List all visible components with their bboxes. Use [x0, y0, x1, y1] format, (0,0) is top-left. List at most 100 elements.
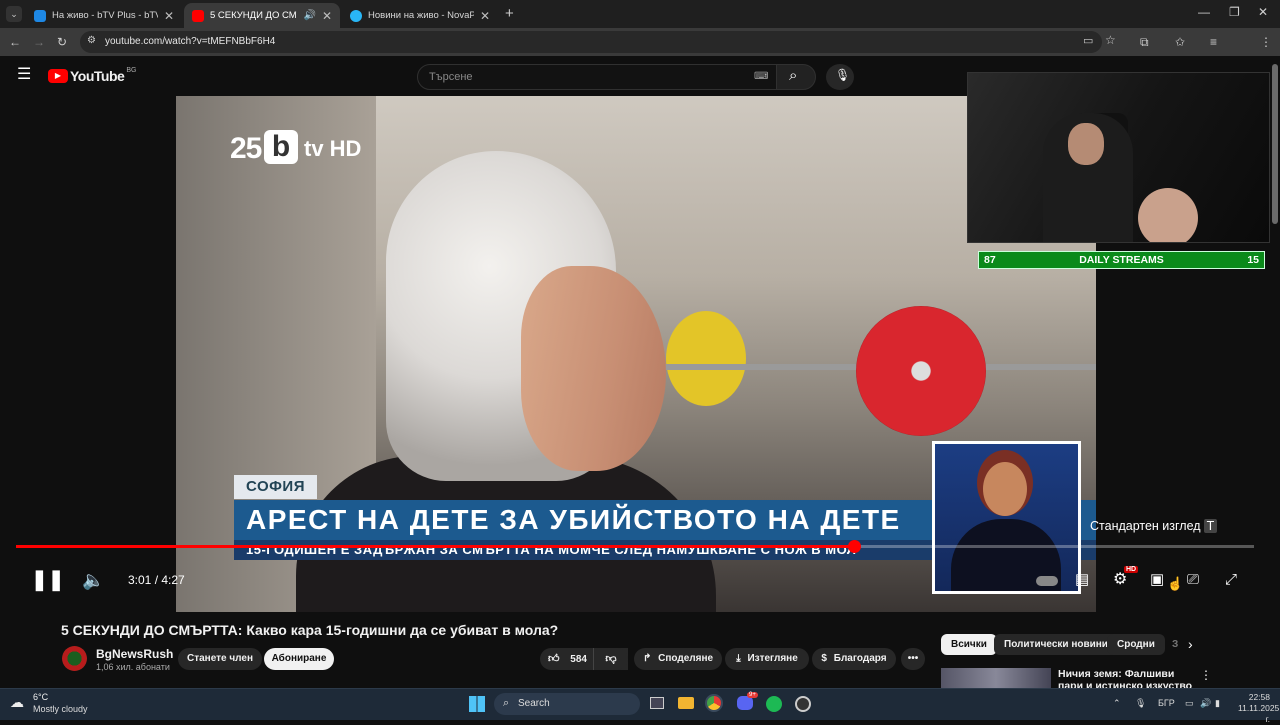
- forward-icon[interactable]: →: [33, 34, 45, 50]
- join-button[interactable]: Станете член: [178, 648, 262, 670]
- close-window-icon[interactable]: ✕: [1258, 5, 1268, 19]
- chip-next[interactable]: З: [1162, 634, 1188, 655]
- discord-icon[interactable]: [737, 696, 753, 710]
- thumbs-up-icon: 👍︎: [548, 653, 560, 665]
- progress-bar[interactable]: [16, 540, 1254, 553]
- channel-avatar[interactable]: [62, 646, 87, 671]
- hamburger-menu-icon[interactable]: ☰: [17, 67, 31, 83]
- browser-tab-strip: ⌄ На живо - bTV Plus - bTV+ ✕ 5 СЕКУНДИ …: [0, 0, 1280, 28]
- restore-icon[interactable]: ❐: [1229, 5, 1240, 19]
- search-button[interactable]: ⌕: [776, 64, 816, 90]
- new-tab-icon[interactable]: +: [505, 5, 514, 22]
- subscribe-button[interactable]: Абониране: [264, 648, 334, 670]
- tray-overflow-icon[interactable]: ⌃: [1113, 698, 1121, 709]
- search-input[interactable]: Търсене ⌨: [417, 64, 777, 90]
- tab-btv-plus[interactable]: На живо - bTV Plus - bTV+ ✕: [26, 3, 182, 28]
- region-code: BG: [126, 66, 137, 74]
- close-tab-icon[interactable]: ✕: [322, 9, 332, 23]
- chip-political-news[interactable]: Политически новини: [994, 634, 1118, 655]
- spotify-icon[interactable]: [766, 696, 782, 712]
- network-icon[interactable]: ▭: [1185, 698, 1194, 709]
- tab-title: На живо - bTV Plus - bTV+: [52, 10, 158, 21]
- woman-face: [521, 266, 666, 471]
- channel-name[interactable]: BgNewsRush: [96, 647, 173, 661]
- page-scrollbar[interactable]: [1272, 64, 1278, 224]
- favorites-icon[interactable]: ✩: [1175, 34, 1185, 50]
- file-explorer-icon[interactable]: [678, 697, 694, 709]
- download-button[interactable]: ⤓ Изтегляне: [725, 648, 809, 670]
- voice-search-button[interactable]: 🎙: [826, 64, 854, 90]
- chips-next-arrow-icon[interactable]: ›: [1188, 636, 1193, 652]
- youtube-logo[interactable]: ▶ YouTube BG: [48, 66, 137, 84]
- install-app-icon[interactable]: ▭: [1083, 34, 1093, 47]
- weather-temperature[interactable]: 6°C: [33, 692, 48, 702]
- share-button[interactable]: ↱ Споделяне: [634, 648, 722, 670]
- volume-tray-icon[interactable]: 🔊: [1200, 698, 1211, 709]
- address-bar[interactable]: ⚙ youtube.com/watch?v=tMEFNBbF6H4 ▭ ☆: [80, 31, 1116, 53]
- menu-dots-icon[interactable]: ⋮: [1260, 34, 1272, 50]
- autoplay-toggle[interactable]: [1036, 576, 1058, 586]
- taskbar-search[interactable]: [494, 693, 640, 715]
- site-info-icon[interactable]: ⚙: [87, 35, 96, 46]
- browser-toolbar: ← → ↻ ⚙ youtube.com/watch?v=tMEFNBbF6H4 …: [0, 28, 1280, 77]
- close-tab-icon[interactable]: ✕: [480, 9, 490, 23]
- share-icon: ↱: [642, 653, 652, 664]
- subtitles-icon[interactable]: ▤: [1075, 570, 1089, 590]
- speaker-icon[interactable]: 🔊: [303, 10, 315, 21]
- chrome-icon[interactable]: [705, 694, 723, 712]
- download-icon: ⤓: [736, 653, 741, 664]
- thanks-button[interactable]: $ Благодаря: [812, 648, 896, 670]
- keyboard-icon[interactable]: ⌨: [754, 71, 768, 82]
- microphone-icon: 🎙: [835, 68, 851, 82]
- minimize-icon[interactable]: —: [1198, 5, 1210, 19]
- subscriber-count: 1,06 хил. абонати: [96, 662, 170, 672]
- input-language[interactable]: БГР: [1158, 698, 1175, 708]
- streams-label: DAILY STREAMS: [1079, 254, 1164, 266]
- streamer-leg: [1138, 188, 1198, 242]
- youtube-wordmark: YouTube: [70, 68, 125, 84]
- btv-logo-suffix: tv HD: [304, 136, 362, 161]
- btv-favicon-icon: [34, 9, 46, 22]
- volume-icon[interactable]: 🔈: [82, 570, 104, 590]
- media-control-icon[interactable]: ≡: [1210, 34, 1217, 50]
- tab-novaplay[interactable]: Новини на живо - NovaPlay ✕: [342, 3, 498, 28]
- hd-badge: HD: [1124, 566, 1139, 573]
- recommendation-menu-icon[interactable]: ⋮: [1200, 668, 1212, 682]
- pause-icon[interactable]: ❚❚: [31, 570, 65, 590]
- task-view-icon[interactable]: [650, 697, 664, 709]
- location-label: СОФИЯ: [234, 475, 317, 499]
- tab-search-icon[interactable]: ⌄: [6, 6, 22, 22]
- mouse-cursor: ☝: [1167, 576, 1184, 591]
- back-icon[interactable]: ←: [9, 34, 21, 50]
- cast-icon[interactable]: ⎚: [1187, 570, 1199, 590]
- fullscreen-icon[interactable]: ⤢: [1225, 570, 1237, 590]
- close-tab-icon[interactable]: ✕: [164, 9, 174, 23]
- chip-all[interactable]: Всички: [941, 634, 997, 655]
- tab-youtube-video[interactable]: 5 СЕКУНДИ ДО СМЪРТТА: Какво 🔊 ✕: [184, 3, 340, 28]
- share-label: Споделяне: [658, 653, 714, 664]
- weather-description[interactable]: Mostly cloudy: [33, 704, 88, 714]
- extensions-icon[interactable]: ⧉: [1140, 34, 1149, 50]
- bookmark-star-icon[interactable]: ☆: [1105, 33, 1116, 47]
- recommendation-title[interactable]: Ничия земя: Фалшиви пари и истинско изку…: [1058, 668, 1198, 688]
- miniplayer-icon[interactable]: ▣: [1150, 570, 1164, 590]
- thumbs-down-icon: 👎︎: [605, 653, 617, 665]
- recommendation-thumbnail[interactable]: [941, 668, 1051, 688]
- obs-icon[interactable]: [795, 696, 811, 712]
- chip-related[interactable]: Сродни: [1107, 634, 1165, 655]
- dislike-button[interactable]: 👎︎: [593, 648, 628, 670]
- windows-start-icon[interactable]: [469, 696, 485, 712]
- novaplay-favicon-icon: [350, 9, 362, 22]
- clock-date: 11.11.2025 г.: [1238, 703, 1280, 724]
- tab-title: 5 СЕКУНДИ ДО СМЪРТТА: Какво: [210, 10, 297, 21]
- youtube-favicon-icon: [192, 9, 204, 22]
- reload-icon[interactable]: ↻: [57, 34, 67, 50]
- microphone-tray-icon[interactable]: 🎙: [1135, 698, 1146, 709]
- settings-gear-icon[interactable]: ⚙: [1113, 570, 1127, 590]
- battery-icon[interactable]: ▮: [1215, 698, 1220, 709]
- search-placeholder: Търсене: [429, 71, 473, 83]
- more-actions-icon[interactable]: •••: [901, 648, 925, 670]
- tab-title: Новини на живо - NovaPlay: [368, 10, 474, 21]
- taskbar-clock[interactable]: 22:58 11.11.2025 г.: [1238, 692, 1280, 725]
- weather-cloud-icon[interactable]: ☁: [10, 694, 24, 711]
